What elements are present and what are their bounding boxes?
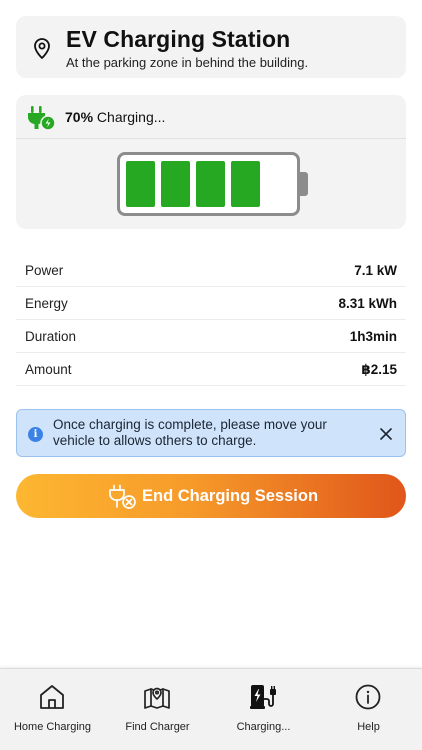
info-icon: i	[28, 427, 43, 442]
stat-label: Energy	[25, 296, 68, 311]
stat-row: Energy 8.31 kWh	[16, 287, 406, 320]
info-message: Once charging is complete, please move y…	[53, 417, 327, 448]
battery-indicator	[117, 152, 300, 216]
battery-tip	[300, 172, 308, 196]
charge-percent: 70%	[65, 109, 94, 125]
battery-cell	[196, 161, 225, 207]
charge-status-label: Charging...	[96, 109, 166, 125]
stat-value: 7.1 kW	[354, 263, 397, 278]
battery-cell	[126, 161, 155, 207]
map-icon	[144, 687, 170, 709]
stat-row: Power 7.1 kW	[16, 254, 406, 287]
charging-status-card: 70% Charging...	[16, 95, 406, 229]
battery-cell	[161, 161, 190, 207]
tab-label: Find Charger	[125, 721, 190, 733]
battery-cell	[231, 161, 260, 207]
stat-value: ฿2.15	[361, 362, 397, 377]
tab-label: Charging...	[236, 721, 291, 733]
plug-charging-icon	[28, 106, 56, 131]
close-icon[interactable]	[377, 425, 395, 443]
charging-station-icon	[250, 685, 276, 709]
info-banner: i Once charging is complete, please move…	[16, 409, 406, 457]
tab-home-charging[interactable]: Home Charging	[0, 669, 105, 750]
stat-value: 8.31 kWh	[338, 296, 397, 311]
stat-label: Amount	[25, 362, 72, 377]
charging-status-text: 70% Charging...	[65, 109, 165, 125]
stat-row: Amount ฿2.15	[16, 353, 406, 386]
unplug-icon	[109, 484, 136, 509]
tab-find-charger[interactable]: Find Charger	[105, 669, 210, 750]
stat-value: 1h3min	[349, 329, 397, 344]
charging-stats-list: Power 7.1 kW Energy 8.31 kWh Duration 1h3min A…	[16, 254, 406, 386]
station-title: EV Charging Station	[66, 26, 291, 52]
stat-label: Power	[25, 263, 64, 278]
home-icon	[40, 685, 64, 709]
map-pin-icon	[34, 38, 50, 59]
charging-status-header: 70% Charging...	[16, 95, 406, 139]
tab-charging[interactable]: Charging...	[211, 669, 316, 750]
end-charging-session-button[interactable]: End Charging Session	[16, 474, 406, 518]
station-card: EV Charging Station At the parking zone …	[16, 16, 406, 78]
help-icon	[355, 684, 381, 710]
station-subtitle: At the parking zone in behind the buildi…	[66, 55, 309, 70]
stat-row: Duration 1h3min	[16, 320, 406, 353]
tab-help[interactable]: Help	[316, 669, 421, 750]
tab-label: Help	[357, 721, 380, 733]
stat-label: Duration	[25, 329, 77, 344]
tab-label: Home Charging	[13, 721, 92, 733]
end-charging-session-label: End Charging Session	[142, 487, 319, 505]
bottom-tab-bar: Home Charging Find Charger Charging... H…	[0, 668, 422, 750]
